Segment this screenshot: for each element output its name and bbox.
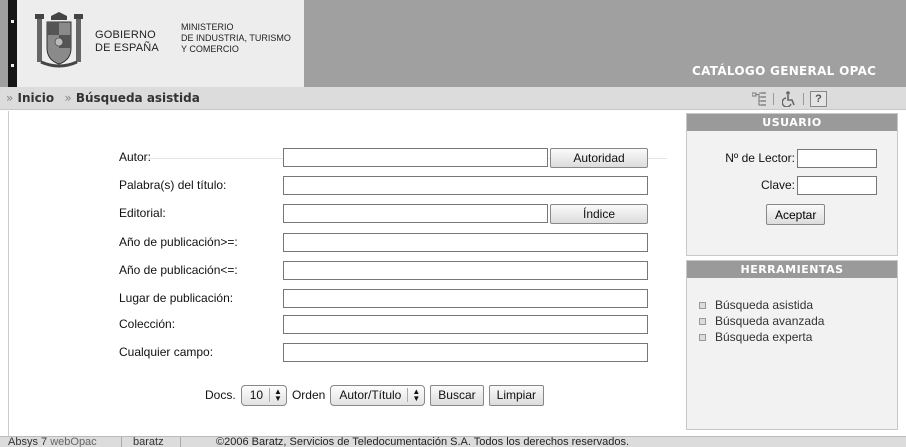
herramientas-item-asistida[interactable]: Búsqueda asistida xyxy=(699,297,824,313)
limpiar-button[interactable]: Limpiar xyxy=(488,384,544,406)
list-item-label: Búsqueda avanzada xyxy=(715,314,825,328)
form-row-editorial: Editorial: Índice xyxy=(119,204,659,224)
flag-strip xyxy=(8,0,17,87)
footer: Absys 7 webOpac baratz ©2006 Baratz, Ser… xyxy=(0,436,906,447)
autor-label: Autor: xyxy=(119,150,152,164)
search-controls: Docs. 10 ▲ ▼ Orden Autor/Título ▲ ▼ Buscar… xyxy=(205,384,544,406)
titulo-label: Palabra(s) del título: xyxy=(119,178,227,192)
help-icon[interactable]: ? xyxy=(810,90,827,107)
editorial-label: Editorial: xyxy=(119,206,166,220)
form-row-anio-desde: Año de publicación>=: xyxy=(119,233,659,253)
orden-label: Orden xyxy=(291,388,326,402)
editorial-input[interactable] xyxy=(283,204,548,223)
sitemap-icon[interactable] xyxy=(750,90,767,107)
lector-input[interactable] xyxy=(797,149,877,168)
titulo-input[interactable] xyxy=(283,176,648,195)
autoridad-button[interactable]: Autoridad xyxy=(550,148,648,168)
form-row-autor: Autor: Autoridad xyxy=(119,148,659,168)
indice-button[interactable]: Índice xyxy=(550,204,648,224)
breadcrumb-separator: » xyxy=(64,91,72,105)
usuario-panel: USUARIO Nº de Lector: Clave: Aceptar xyxy=(686,113,898,256)
breadcrumb: » Inicio » Búsqueda asistida xyxy=(6,91,200,105)
clave-label: Clave: xyxy=(760,178,795,192)
header-banner: GOBIERNO DE ESPAÑA MINISTERIO DE INDUSTR… xyxy=(0,0,906,87)
anio-desde-input[interactable] xyxy=(283,233,648,252)
herramientas-item-avanzada[interactable]: Búsqueda avanzada xyxy=(699,313,824,329)
orden-select-value: Autor/Título xyxy=(339,388,402,402)
lugar-input[interactable] xyxy=(283,289,648,308)
anio-desde-label: Año de publicación>=: xyxy=(119,235,238,249)
breadcrumb-home-link[interactable]: Inicio xyxy=(18,91,55,105)
clave-input[interactable] xyxy=(797,176,877,195)
cualquier-input[interactable] xyxy=(283,343,648,362)
catalog-title: CATÁLOGO GENERAL OPAC xyxy=(692,64,877,78)
herramientas-list: Búsqueda asistida Búsqueda avanzada Búsq… xyxy=(699,297,824,345)
lugar-label: Lugar de publicación: xyxy=(119,291,234,305)
form-row-lugar: Lugar de publicación: xyxy=(119,289,659,309)
docs-select[interactable]: 10 ▲ ▼ xyxy=(240,384,287,406)
clave-row: Clave: xyxy=(689,176,895,196)
absys-logo: Absys 7 webOpac xyxy=(8,436,97,447)
aceptar-button[interactable]: Aceptar xyxy=(766,204,826,225)
gobierno-label: GOBIERNO DE ESPAÑA xyxy=(95,29,159,54)
usuario-title: USUARIO xyxy=(687,114,897,131)
autor-input[interactable] xyxy=(283,148,548,167)
lector-row: Nº de Lector: xyxy=(689,149,895,169)
breadcrumb-bar: » Inicio » Búsqueda asistida ? xyxy=(0,87,906,110)
form-row-titulo: Palabra(s) del título: xyxy=(119,176,659,196)
ministerio-label: MINISTERIO DE INDUSTRIA, TURISMO Y COMER… xyxy=(181,22,291,54)
docs-select-value: 10 xyxy=(249,388,264,402)
footer-divider xyxy=(121,437,122,447)
search-form-panel: Autor: Autoridad Palabra(s) del título: … xyxy=(8,111,679,436)
herramientas-panel: HERRAMIENTAS Búsqueda asistida Búsqueda … xyxy=(686,260,898,430)
select-arrows-icon: ▲ ▼ xyxy=(407,388,420,403)
buscar-button[interactable]: Buscar xyxy=(430,384,484,406)
toolbar-divider xyxy=(803,92,804,105)
breadcrumb-separator: » xyxy=(6,91,14,105)
baratz-logo: baratz xyxy=(133,436,164,447)
breadcrumb-current: Búsqueda asistida xyxy=(75,91,200,105)
anio-hasta-input[interactable] xyxy=(283,261,648,280)
coleccion-label: Colección: xyxy=(119,317,176,331)
select-arrows-icon: ▲ ▼ xyxy=(269,388,282,403)
orden-select[interactable]: Autor/Título ▲ ▼ xyxy=(330,384,426,406)
bullet-icon xyxy=(699,333,706,341)
toolbar-divider xyxy=(773,92,774,105)
herramientas-item-experta[interactable]: Búsqueda experta xyxy=(699,329,824,345)
accessibility-icon[interactable] xyxy=(780,90,797,107)
form-row-coleccion: Colección: xyxy=(119,315,659,335)
herramientas-title: HERRAMIENTAS xyxy=(687,261,897,278)
docs-label: Docs. xyxy=(205,388,236,402)
bullet-icon xyxy=(699,317,706,325)
lector-label: Nº de Lector: xyxy=(725,151,795,165)
copyright-text: ©2006 Baratz, Servicios de Teledocumenta… xyxy=(216,436,630,447)
footer-divider xyxy=(180,437,181,447)
coleccion-input[interactable] xyxy=(283,315,648,334)
list-item-label: Búsqueda experta xyxy=(715,330,813,344)
form-row-cualquier: Cualquier campo: xyxy=(119,343,659,363)
list-item-label: Búsqueda asistida xyxy=(715,298,814,312)
coat-of-arms-icon xyxy=(35,12,83,68)
form-row-anio-hasta: Año de publicación<=: xyxy=(119,261,659,281)
toolbar-icons: ? xyxy=(750,90,827,107)
anio-hasta-label: Año de publicación<=: xyxy=(119,263,238,277)
cualquier-label: Cualquier campo: xyxy=(119,345,214,359)
bullet-icon xyxy=(699,301,706,309)
